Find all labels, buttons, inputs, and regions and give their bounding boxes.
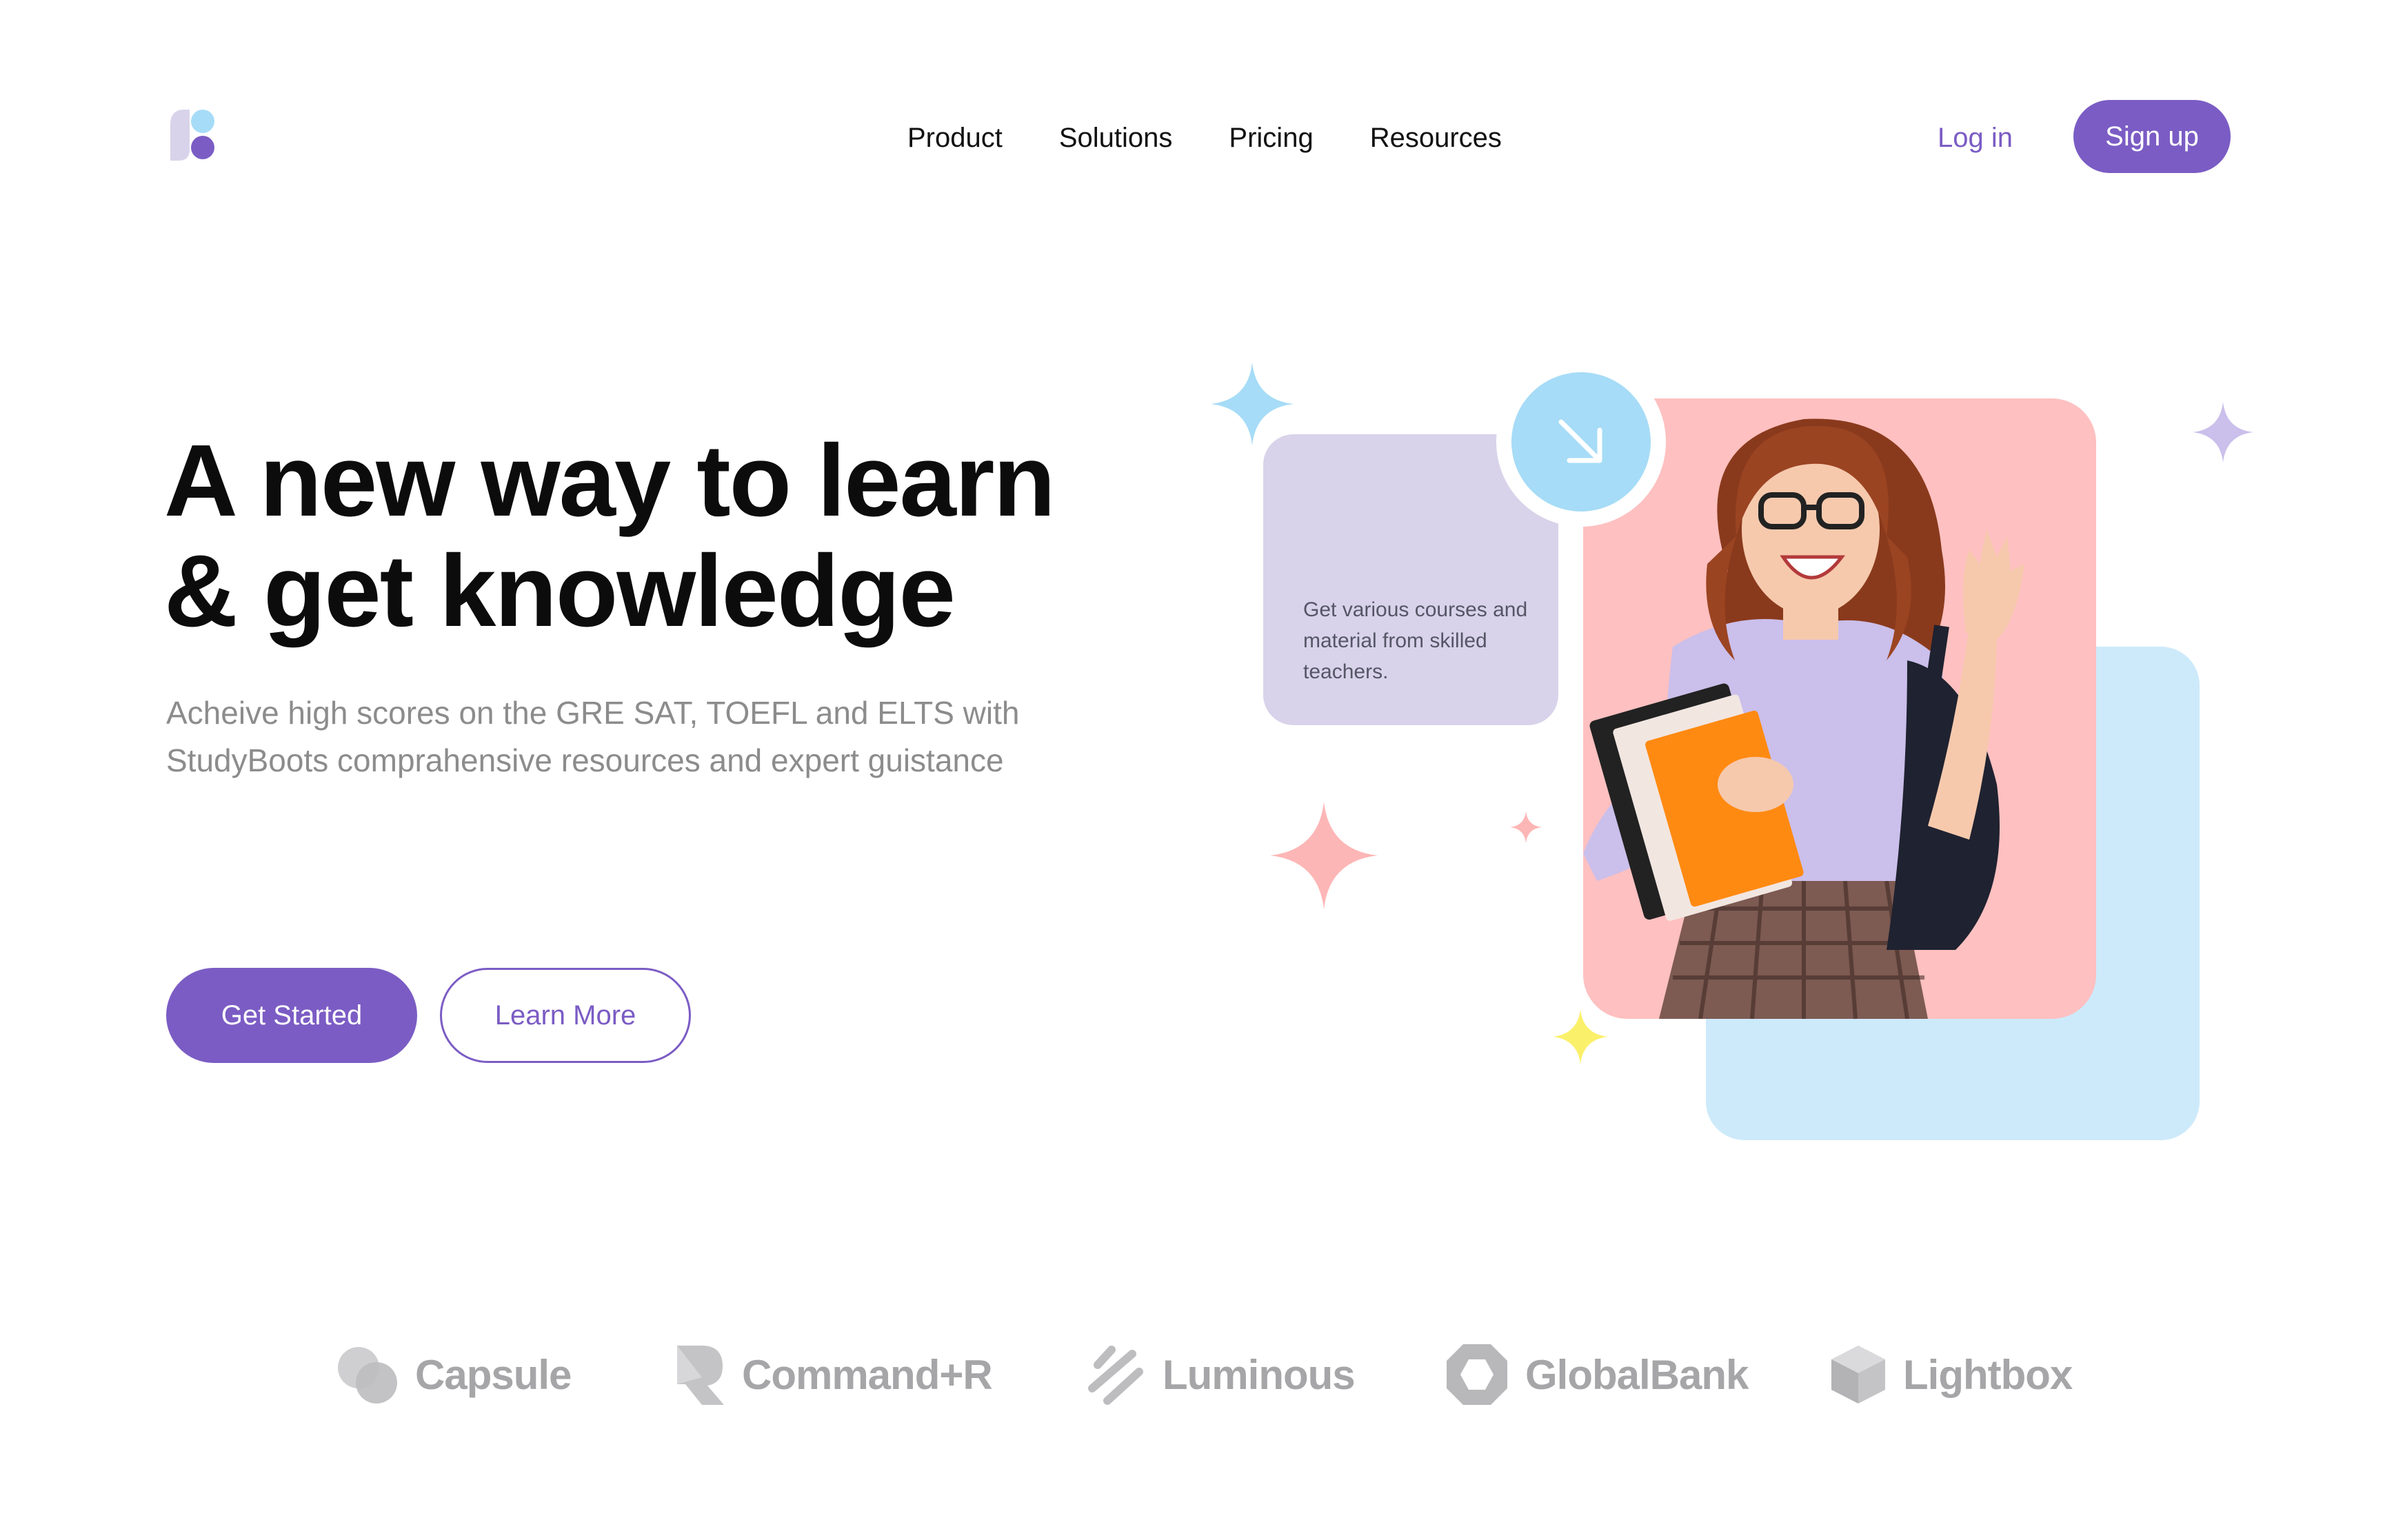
sparkle-icon-blue <box>1211 363 1294 445</box>
hero-title-line-1: A new way to learn <box>164 424 1056 538</box>
brand-capsule: Capsule <box>336 1341 572 1408</box>
brand-lightbox: Lightbox <box>1829 1341 2073 1408</box>
signup-button[interactable]: Sign up <box>2073 100 2231 173</box>
sparkle-icon-yellow <box>1553 1009 1608 1064</box>
courses-info-text: Get various courses and material from sk… <box>1303 598 1528 683</box>
hero-title: A new way to learn & get knowledge <box>164 426 1129 647</box>
arrow-down-right-icon <box>1558 419 1602 463</box>
login-link[interactable]: Log in <box>1938 117 2013 159</box>
hero-subtitle: Acheive high scores on the GRE SAT, TOEF… <box>166 695 1020 778</box>
nav-pricing[interactable]: Pricing <box>1229 123 1313 154</box>
nav-solutions[interactable]: Solutions <box>1059 123 1173 154</box>
get-started-button[interactable]: Get Started <box>166 968 417 1063</box>
nav-product[interactable]: Product <box>907 123 1003 154</box>
arrow-button-fill <box>1511 372 1651 511</box>
sparkle-icon-lilac <box>2193 402 2253 463</box>
luminous-logo-icon <box>1088 1346 1143 1405</box>
lightbox-logo-icon <box>1831 1346 1885 1404</box>
sparkle-icon-pink <box>1270 802 1378 909</box>
brand-name: Command+R <box>742 1351 993 1398</box>
commandr-logo-icon <box>677 1346 724 1405</box>
capsule-logo-icon <box>338 1347 397 1404</box>
brand-luminous: Luminous <box>1084 1341 1356 1408</box>
brand-name: Capsule <box>415 1351 572 1398</box>
brand-name: Luminous <box>1163 1351 1356 1398</box>
learn-more-button[interactable]: Learn More <box>440 968 691 1063</box>
brand-logo[interactable] <box>166 108 217 163</box>
hero-title-line-2: & get knowledge <box>164 534 956 648</box>
brand-globalbank: GlobalBank <box>1444 1341 1749 1408</box>
brand-commandr: Command+R <box>674 1341 993 1408</box>
sparkle-icon-pink-small <box>1510 811 1542 843</box>
nav-resources[interactable]: Resources <box>1370 123 1502 154</box>
brand-name: GlobalBank <box>1525 1351 1749 1398</box>
student-illustration <box>1583 418 2024 1019</box>
hero-photo-card <box>1583 398 2096 1019</box>
arrow-button[interactable] <box>1496 357 1666 527</box>
brand-name: Lightbox <box>1903 1351 2073 1398</box>
globalbank-logo-icon <box>1447 1344 1507 1405</box>
main-nav: Product Solutions Pricing Resources <box>907 117 1502 159</box>
